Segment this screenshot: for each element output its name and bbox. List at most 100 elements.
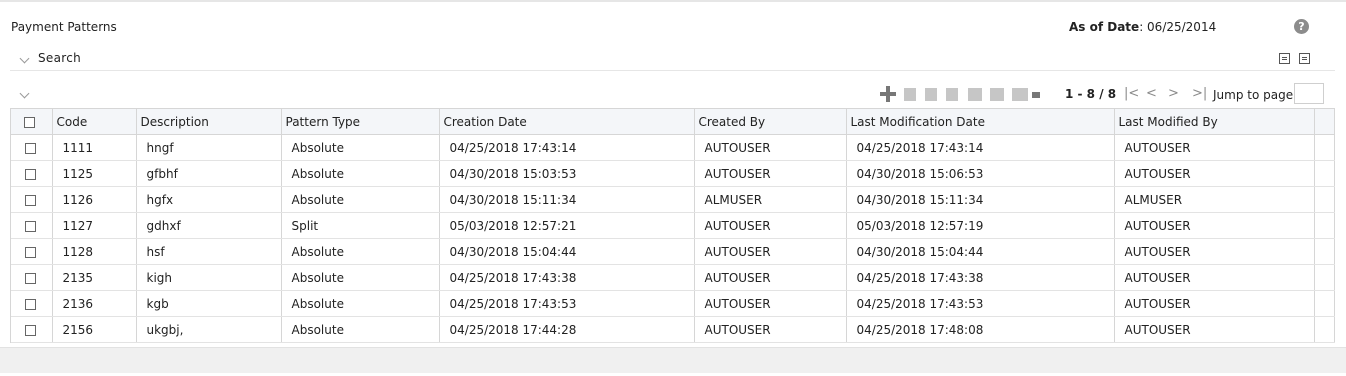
cell-last-modification-date: 04/30/2018 15:04:44 (846, 238, 1115, 265)
col-header-code[interactable]: Code (52, 109, 137, 135)
cell-creation-date: 04/25/2018 17:43:38 (439, 264, 695, 291)
table-row[interactable]: 1127 gdhxf Split 05/03/2018 12:57:21 AUTOUSE… (11, 212, 1335, 239)
cell-created-by: AUTOUSER (694, 264, 847, 291)
row-checkbox[interactable] (25, 246, 36, 258)
export-icon[interactable] (1279, 53, 1290, 64)
col-header-last-modified-by[interactable]: Last Modified By (1114, 109, 1315, 135)
cell-pattern-type: Absolute (281, 316, 440, 343)
table-row[interactable]: 1111 hngf Absolute 04/25/2018 17:43:14 AUTOU… (11, 134, 1335, 161)
cell-last-modification-date: 04/25/2018 17:48:08 (846, 316, 1115, 343)
row-checkbox[interactable] (25, 142, 36, 154)
collapse-chevron-icon[interactable] (19, 88, 30, 99)
row-checkbox[interactable] (25, 168, 36, 180)
col-header-description[interactable]: Description (136, 109, 282, 135)
cell-description: ukgbj, (136, 316, 282, 343)
last-page-icon[interactable]: >| (1192, 86, 1207, 101)
cell-last-modified-by: AUTOUSER (1114, 290, 1315, 317)
as-of-date: As of Date: 06/25/2014 (1069, 20, 1217, 34)
row-select-cell[interactable] (11, 186, 53, 213)
row-checkbox[interactable] (25, 194, 36, 206)
row-select-cell[interactable] (11, 212, 53, 239)
row-select-cell[interactable] (11, 160, 53, 187)
cell-last-modified-by: AUTOUSER (1114, 264, 1315, 291)
cell-spacer (1314, 264, 1335, 291)
row-select-cell[interactable] (11, 290, 53, 317)
col-header-spacer (1314, 109, 1335, 135)
cell-last-modification-date: 04/30/2018 15:11:34 (846, 186, 1115, 213)
cell-creation-date: 04/25/2018 17:43:14 (439, 134, 695, 161)
row-select-cell[interactable] (11, 134, 53, 161)
grid-toolbar: 1 - 8 / 8 |< < > >| Jump to page (0, 83, 1346, 106)
cell-description: hsf (136, 238, 282, 265)
cell-creation-date: 04/30/2018 15:11:34 (439, 186, 695, 213)
cell-pattern-type: Absolute (281, 238, 440, 265)
chevron-down-icon[interactable] (19, 53, 30, 64)
delete-icon[interactable] (946, 88, 958, 101)
first-page-icon[interactable]: |< (1124, 86, 1139, 101)
row-select-cell[interactable] (11, 316, 53, 343)
cell-created-by: AUTOUSER (694, 290, 847, 317)
cell-spacer (1314, 212, 1335, 239)
cell-created-by: AUTOUSER (694, 134, 847, 161)
search-section[interactable]: Search (10, 50, 1335, 71)
cell-last-modification-date: 04/25/2018 17:43:14 (846, 134, 1115, 161)
cell-code: 1127 (52, 212, 137, 239)
cell-spacer (1314, 290, 1335, 317)
table-row[interactable]: 2136 kgb Absolute 04/25/2018 17:43:53 AUTOUS… (11, 290, 1335, 317)
search-label[interactable]: Search (38, 51, 81, 65)
cell-last-modified-by: AUTOUSER (1114, 134, 1315, 161)
cell-created-by: AUTOUSER (694, 316, 847, 343)
cell-pattern-type: Absolute (281, 160, 440, 187)
table-row[interactable]: 1125 gfbhf Absolute 04/30/2018 15:03:53 AUTO… (11, 160, 1335, 187)
cell-last-modification-date: 04/25/2018 17:43:53 (846, 290, 1115, 317)
cell-last-modification-date: 05/03/2018 12:57:19 (846, 212, 1115, 239)
view-icon[interactable] (968, 88, 982, 101)
cell-created-by: ALMUSER (694, 186, 847, 213)
add-icon[interactable] (880, 86, 896, 102)
cell-spacer (1314, 160, 1335, 187)
cell-last-modification-date: 04/25/2018 17:43:38 (846, 264, 1115, 291)
save-layout-icon[interactable] (1299, 53, 1310, 64)
cell-created-by: AUTOUSER (694, 238, 847, 265)
col-header-pattern-type[interactable]: Pattern Type (281, 109, 440, 135)
next-page-icon[interactable]: > (1168, 86, 1179, 101)
cell-code: 2136 (52, 290, 137, 317)
row-select-cell[interactable] (11, 238, 53, 265)
row-checkbox[interactable] (25, 220, 36, 232)
table-row[interactable]: 1128 hsf Absolute 04/30/2018 15:04:44 AUTOUS… (11, 238, 1335, 265)
select-all-cell[interactable] (11, 109, 53, 135)
row-checkbox[interactable] (25, 324, 36, 336)
table-row[interactable]: 2135 kigh Absolute 04/25/2018 17:43:38 AUTOU… (11, 264, 1335, 291)
header-row: Code Description Pattern Type Creation D… (11, 109, 1335, 135)
cell-created-by: AUTOUSER (694, 160, 847, 187)
help-icon[interactable]: ? (1294, 19, 1309, 34)
cell-spacer (1314, 186, 1335, 213)
cell-code: 1126 (52, 186, 137, 213)
cell-created-by: AUTOUSER (694, 212, 847, 239)
cell-last-modified-by: AUTOUSER (1114, 212, 1315, 239)
cell-last-modification-date: 04/30/2018 15:06:53 (846, 160, 1115, 187)
jump-to-page-input[interactable] (1294, 83, 1324, 104)
more-actions-icon[interactable] (1012, 88, 1028, 101)
cell-creation-date: 04/25/2018 17:43:53 (439, 290, 695, 317)
copy-icon[interactable] (904, 88, 916, 101)
select-all-checkbox[interactable] (24, 116, 35, 128)
dropdown-arrow-icon[interactable] (1032, 92, 1040, 98)
cell-description: gdhxf (136, 212, 282, 239)
row-checkbox[interactable] (25, 298, 36, 310)
cell-description: hgfx (136, 186, 282, 213)
col-header-created-by[interactable]: Created By (694, 109, 847, 135)
edit-icon[interactable] (925, 88, 937, 101)
cell-description: hngf (136, 134, 282, 161)
move-icon[interactable] (990, 88, 1004, 101)
prev-page-icon[interactable]: < (1146, 86, 1157, 101)
row-checkbox[interactable] (25, 272, 36, 284)
col-header-creation-date[interactable]: Creation Date (439, 109, 695, 135)
table-row[interactable]: 1126 hgfx Absolute 04/30/2018 15:11:34 ALMUS… (11, 186, 1335, 213)
cell-pattern-type: Absolute (281, 134, 440, 161)
col-header-last-modification-date[interactable]: Last Modification Date (846, 109, 1115, 135)
cell-pattern-type: Absolute (281, 186, 440, 213)
row-select-cell[interactable] (11, 264, 53, 291)
table-row[interactable]: 2156 ukgbj, Absolute 04/25/2018 17:44:28 AUT… (11, 316, 1335, 343)
as-of-date-value: 06/25/2014 (1147, 20, 1217, 34)
